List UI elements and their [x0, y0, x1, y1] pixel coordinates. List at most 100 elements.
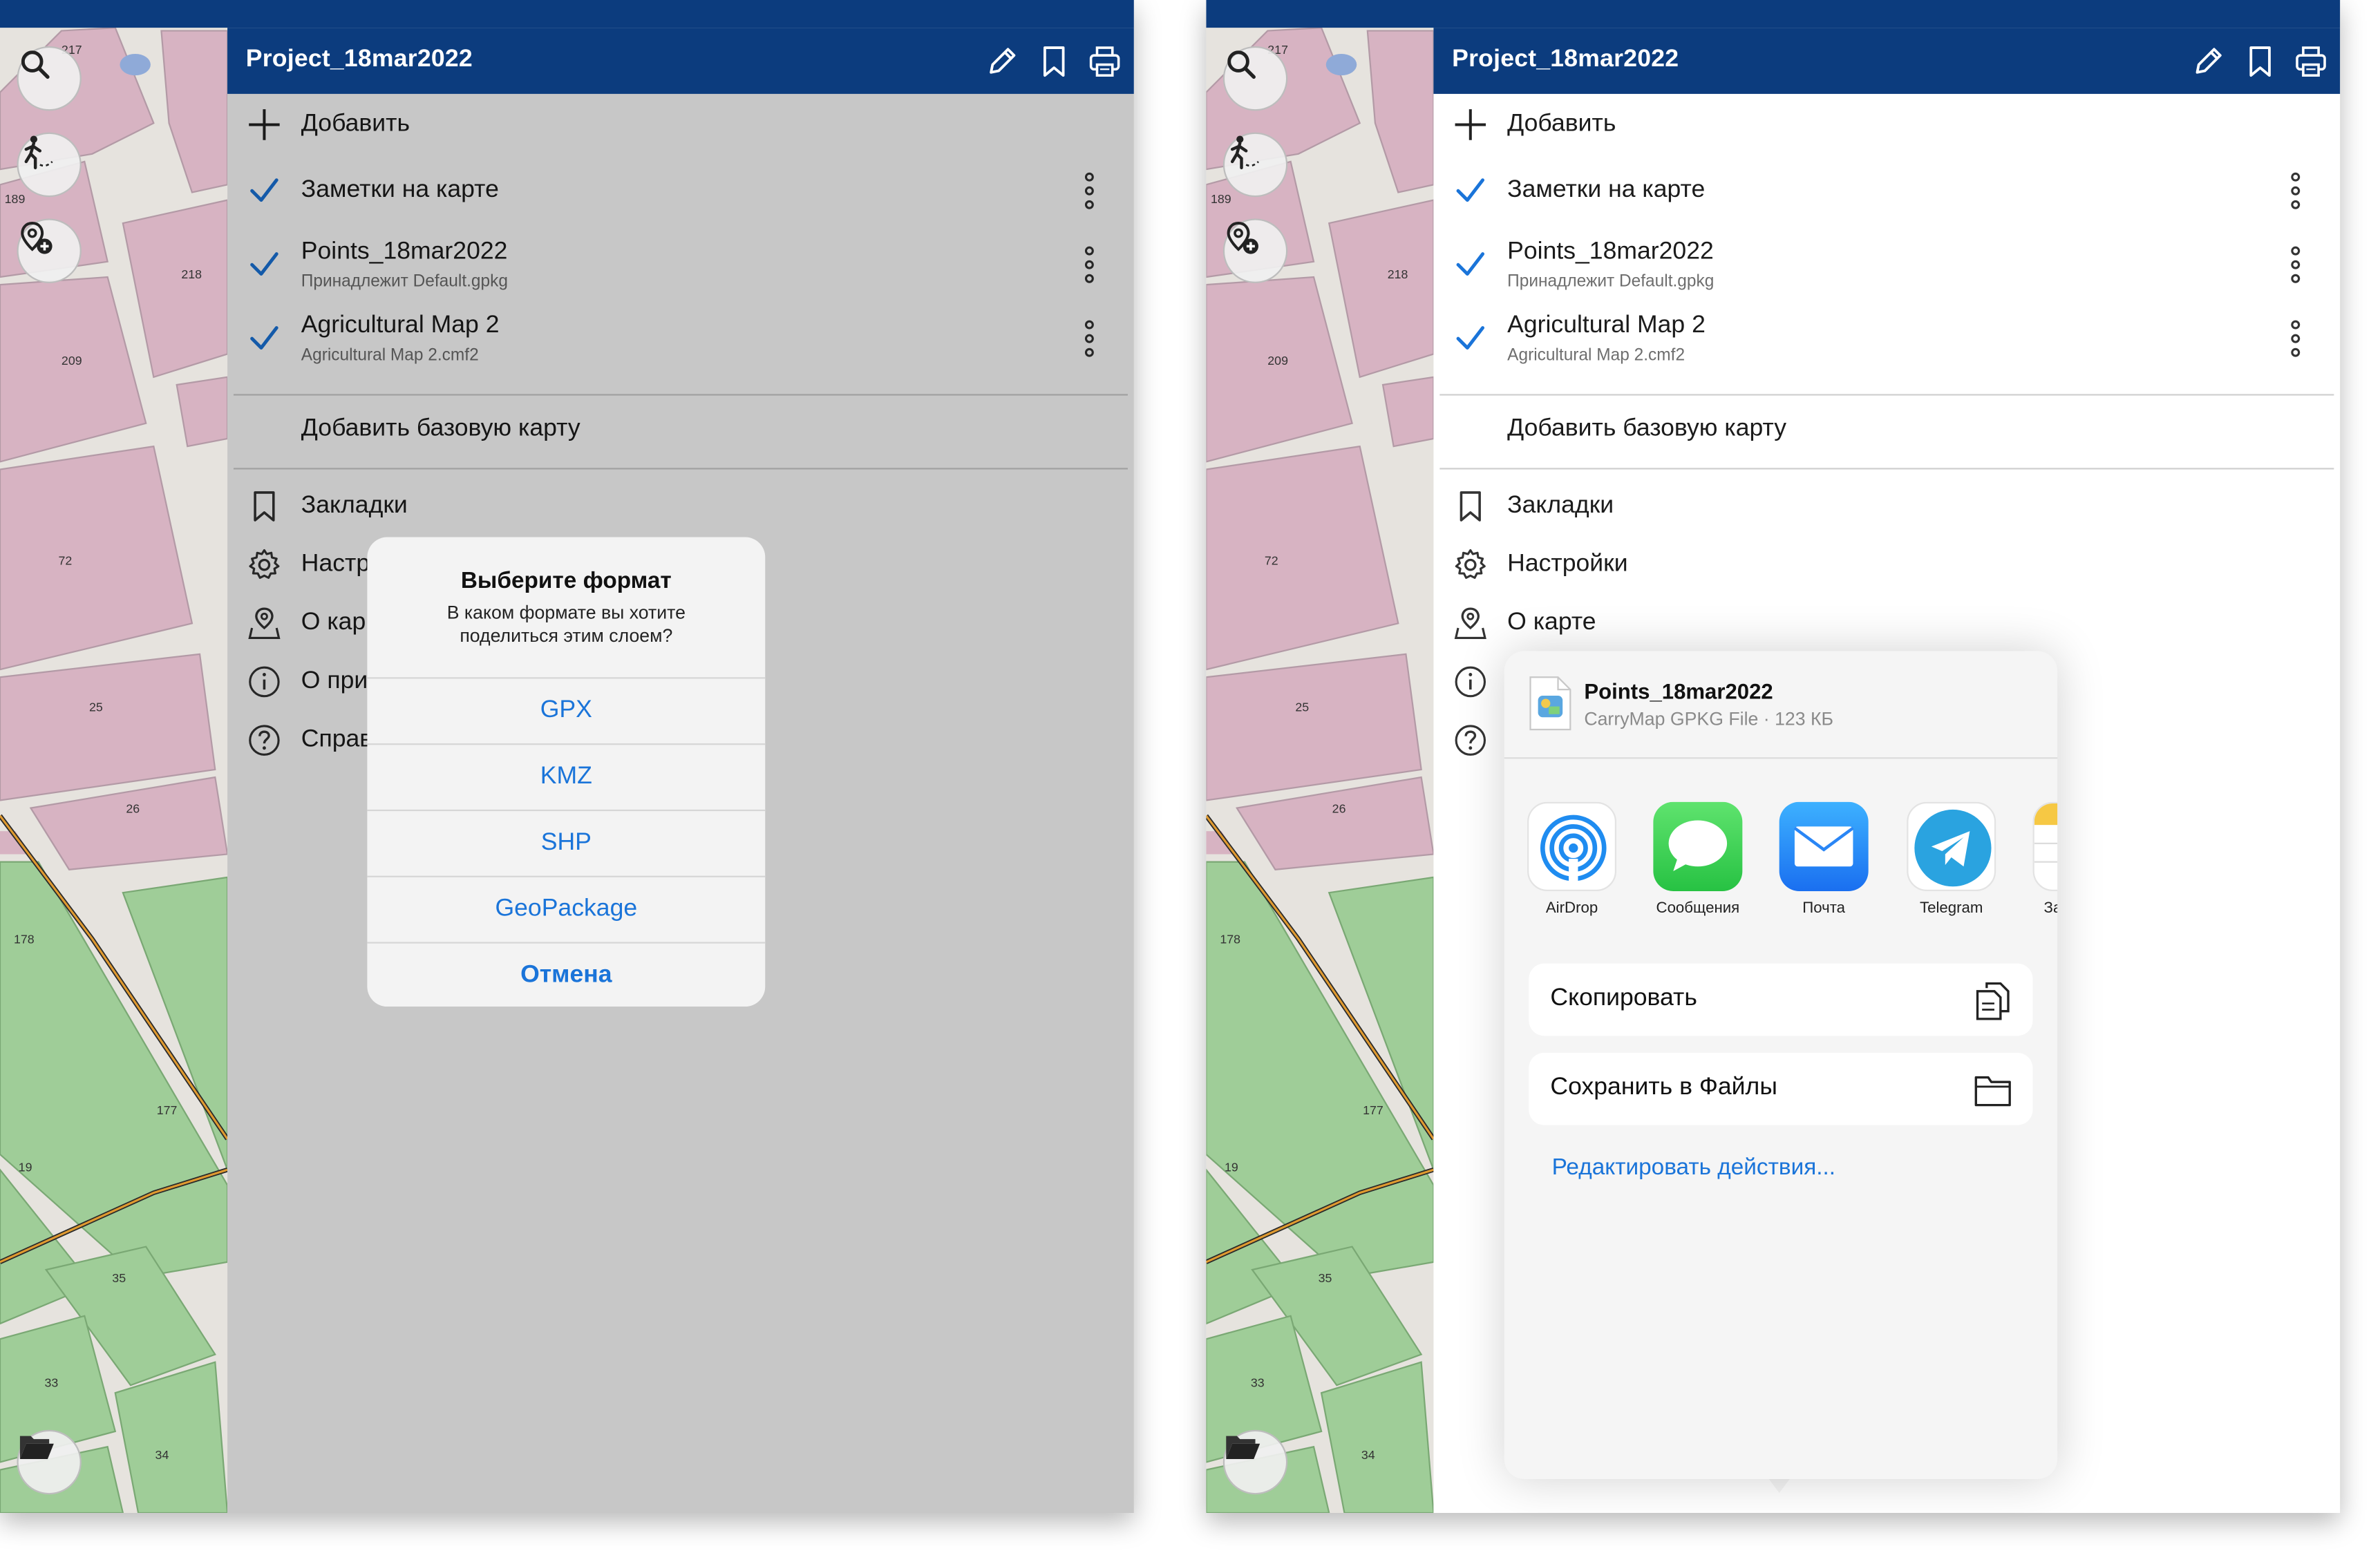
- parcel-label: 19: [19, 1160, 32, 1174]
- layer-label: Agricultural Map 2: [1507, 312, 1706, 339]
- project-title: Project_18mar2022: [245, 46, 473, 73]
- parcel-label: 35: [112, 1271, 126, 1285]
- add-location-icon: [1227, 222, 1258, 254]
- status-bar: [0, 0, 1134, 28]
- map-open-folder-button[interactable]: [1222, 1429, 1288, 1495]
- printer-icon[interactable]: [2294, 45, 2328, 79]
- checkmark-icon[interactable]: [1455, 249, 1486, 280]
- app-label: AirDrop: [1545, 900, 1598, 917]
- map-open-folder-button[interactable]: [17, 1429, 82, 1495]
- info-icon: [1455, 666, 1486, 698]
- copy-icon: [1976, 982, 2010, 1020]
- gpkg-file-icon: [1529, 676, 1571, 731]
- map-view[interactable]: 217 189 218 209 72 25 26 178 177 19 35 3…: [0, 0, 228, 1514]
- pencil-icon[interactable]: [2191, 45, 2225, 79]
- parcel-label: 35: [1319, 1271, 1332, 1285]
- edit-actions-link[interactable]: Редактировать действия...: [1552, 1154, 1835, 1181]
- parcel-label: 178: [1220, 933, 1240, 946]
- parcel-label: 33: [1251, 1375, 1265, 1389]
- more-vertical-icon[interactable]: [2289, 171, 2302, 211]
- add-basemap-label: Добавить базовую карту: [1507, 415, 1786, 442]
- screenshot-composite: 217 189 218 209 72 25 26 178 177 19 35 3…: [0, 0, 2380, 1553]
- gear-icon: [1455, 549, 1486, 579]
- checkmark-icon[interactable]: [1455, 175, 1486, 207]
- walking-track-icon: [1230, 135, 1259, 170]
- share-file-name: Points_18mar2022: [1584, 678, 1773, 704]
- parcel-label: 189: [5, 192, 26, 206]
- parcel-label: 19: [1225, 1160, 1238, 1174]
- project-title: Project_18mar2022: [1452, 46, 1679, 73]
- layer-row-notes[interactable]: Заметки на карте: [1433, 160, 2340, 222]
- save-to-files-action[interactable]: Сохранить в Файлы: [1529, 1052, 2033, 1125]
- parcel-label: 33: [44, 1375, 58, 1389]
- cancel-button[interactable]: Отмена: [367, 942, 766, 1007]
- menu-item-about-map[interactable]: О карте: [1433, 594, 2340, 649]
- folder-open-icon: [1226, 1436, 1260, 1460]
- map-track-button[interactable]: [17, 132, 82, 198]
- more-vertical-icon[interactable]: [2289, 245, 2302, 285]
- app-label: Сообщения: [1656, 900, 1740, 917]
- search-icon: [21, 50, 50, 79]
- bookmark-icon: [1460, 491, 1481, 522]
- app-label: Почта: [1802, 900, 1846, 917]
- add-basemap-row[interactable]: Добавить базовую карту: [1433, 397, 2340, 465]
- pencil-icon[interactable]: [985, 45, 1019, 79]
- status-bar: [1206, 0, 2341, 28]
- format-option-kmz[interactable]: KMZ: [367, 743, 766, 810]
- tablet-left: 217 189 218 209 72 25 26 178 177 19 35 3…: [0, 0, 1134, 1514]
- map-pin-icon: [1454, 607, 1486, 640]
- more-vertical-icon[interactable]: [2289, 318, 2302, 359]
- map-view[interactable]: 217 189 218 209 72 25 26 178 177 19 35 3…: [1206, 0, 1434, 1514]
- menu-item-label: Настройки: [1507, 551, 1628, 578]
- bookmark-icon[interactable]: [1037, 45, 1071, 79]
- parcel-label: 26: [126, 801, 140, 815]
- mail-icon: [1779, 801, 1869, 891]
- menu-item-bookmarks[interactable]: Закладки: [1433, 477, 2340, 533]
- layer-source: Принадлежит Default.gpkg: [1507, 272, 1715, 292]
- layer-row-points[interactable]: Points_18mar2022 Принадлежит Default.gpk…: [1433, 231, 2340, 301]
- share-file-header: Points_18mar2022 CarryMap GPKG File · 12…: [1504, 651, 2058, 759]
- parcel-label: 177: [157, 1103, 178, 1117]
- messages-icon: [1653, 801, 1743, 891]
- app-label: Telegram: [1919, 900, 1983, 917]
- copy-action[interactable]: Скопировать: [1529, 963, 2033, 1036]
- parcel-label: 218: [181, 267, 202, 281]
- layer-row-agricultural[interactable]: Agricultural Map 2 Agricultural Map 2.cm…: [1433, 305, 2340, 375]
- airdrop-icon: [1527, 801, 1617, 891]
- parcel-label: 34: [155, 1448, 169, 1462]
- map-search-button[interactable]: [1222, 46, 1288, 111]
- share-file-meta: CarryMap GPKG File · 123 КБ: [1584, 707, 1834, 730]
- map-add-point-button[interactable]: [17, 218, 82, 283]
- parcel-label: 209: [1267, 354, 1288, 368]
- layer-label: Заметки на карте: [1507, 177, 1706, 204]
- format-dialog: Выберите формат В каком формате вы хотит…: [367, 537, 766, 1007]
- app-label: За: [2043, 900, 2058, 917]
- map-track-button[interactable]: [1222, 132, 1288, 198]
- folder-icon: [1974, 1076, 2011, 1107]
- parcel-label: 177: [1363, 1103, 1383, 1117]
- map-add-point-button[interactable]: [1222, 218, 1288, 283]
- format-option-gpx[interactable]: GPX: [367, 677, 766, 743]
- plus-icon: [1455, 109, 1486, 140]
- menu-item-settings[interactable]: Настройки: [1433, 535, 2340, 591]
- layer-source: Agricultural Map 2.cmf2: [1507, 346, 1685, 365]
- divider: [1439, 394, 2334, 396]
- action-label: Скопировать: [1550, 984, 1697, 1011]
- layer-label: Points_18mar2022: [1507, 238, 1714, 265]
- add-layer-label: Добавить: [1507, 111, 1616, 137]
- notes-icon: [2032, 801, 2058, 891]
- parcel-label: 25: [89, 700, 103, 714]
- printer-icon[interactable]: [1088, 45, 1122, 79]
- format-option-geopackage[interactable]: GeoPackage: [367, 875, 766, 942]
- map-search-button[interactable]: [17, 46, 82, 111]
- walking-track-icon: [24, 135, 53, 170]
- dialog-title: Выберите формат: [460, 568, 672, 594]
- format-option-shp[interactable]: SHP: [367, 809, 766, 876]
- bookmark-icon[interactable]: [2243, 45, 2277, 79]
- add-layer-row[interactable]: Добавить: [1433, 94, 2340, 155]
- panel-header: Project_18mar2022: [227, 28, 1134, 94]
- checkmark-icon[interactable]: [1455, 323, 1486, 354]
- parcel-label: 178: [14, 933, 35, 946]
- parcel-label: 72: [1265, 554, 1278, 568]
- share-app-row: AirDrop Сообщения Почта Telegram З: [1504, 801, 2058, 925]
